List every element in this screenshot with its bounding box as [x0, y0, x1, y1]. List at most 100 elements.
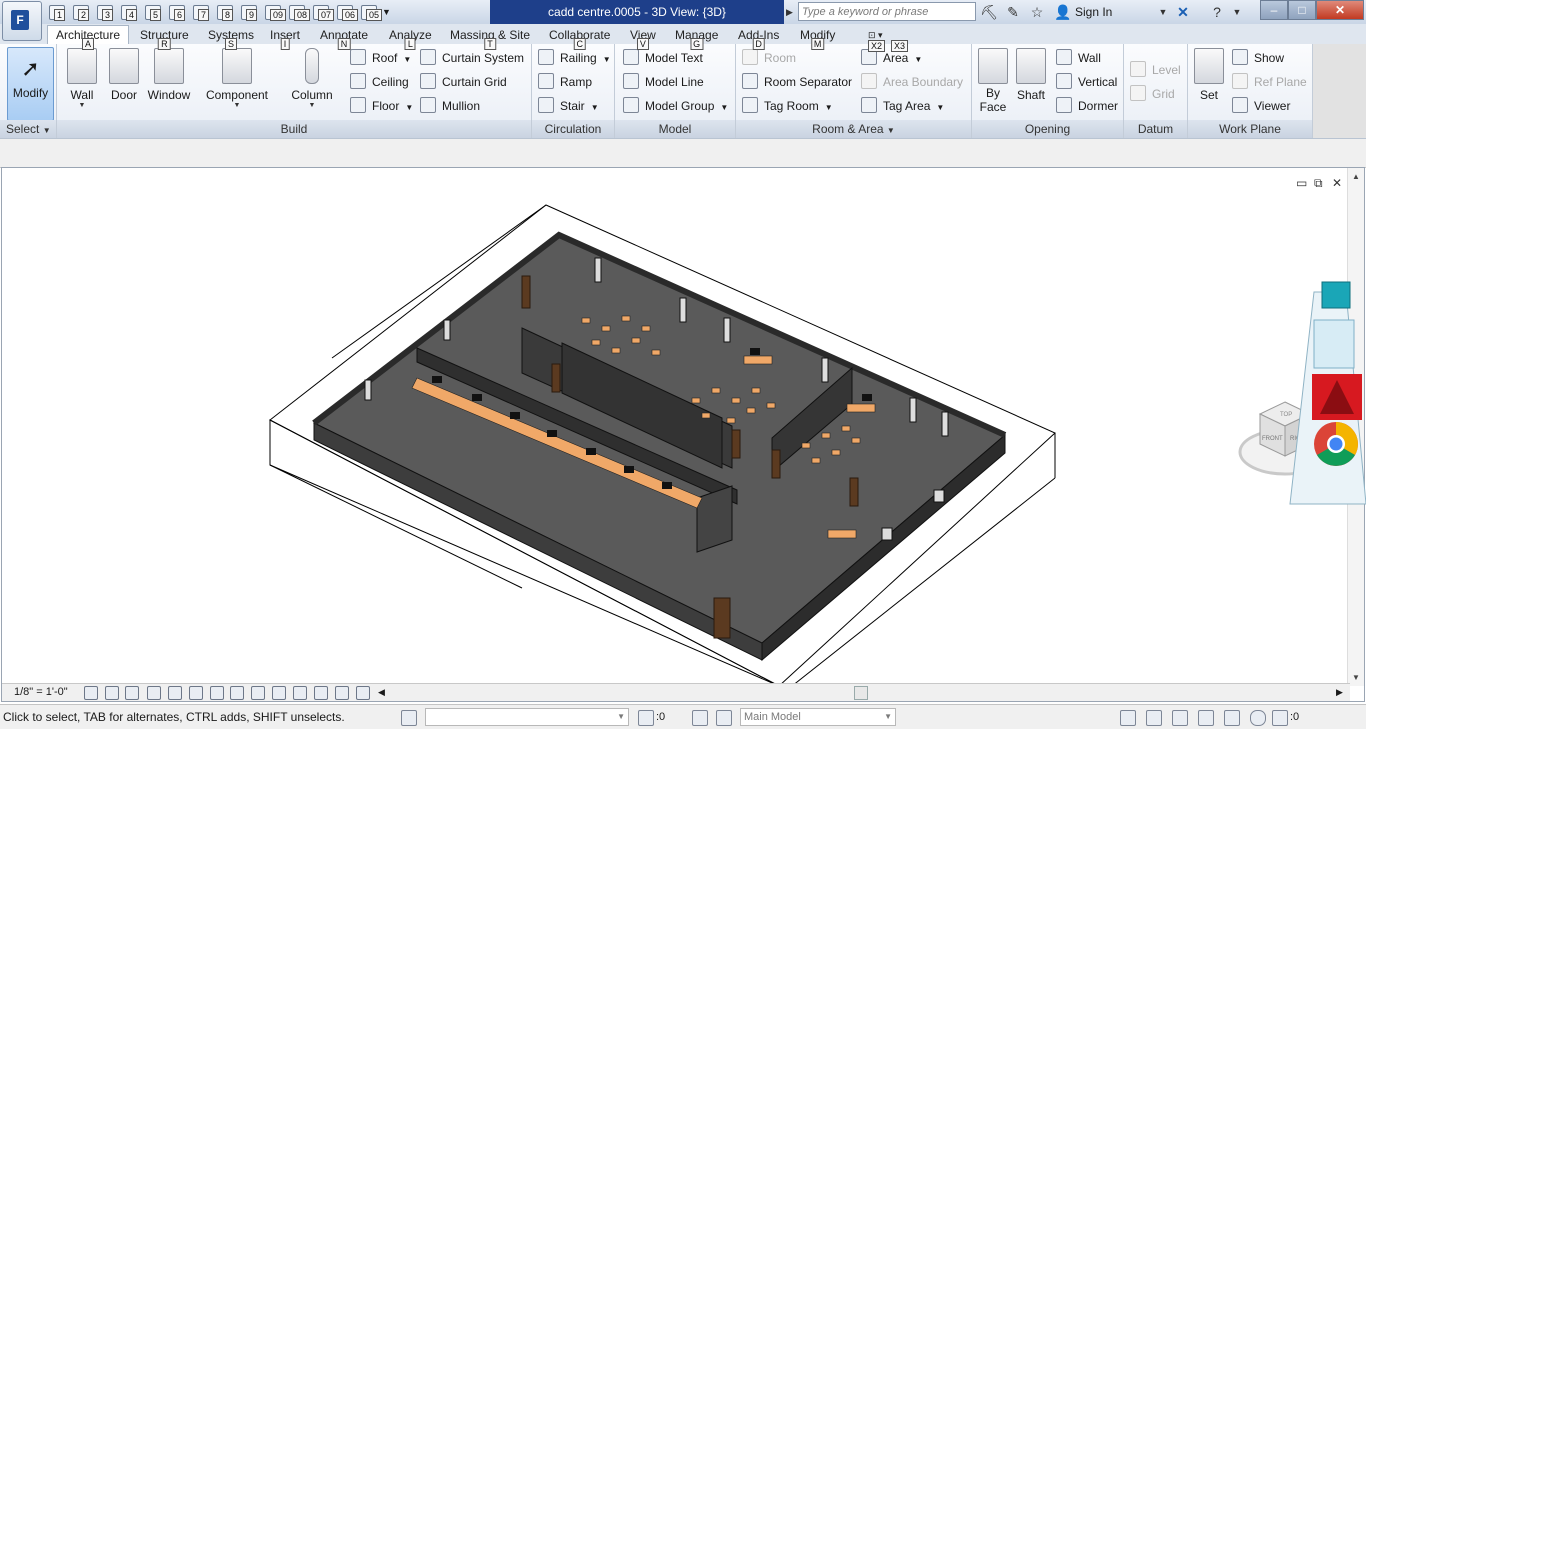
drag-elements-icon[interactable]	[1224, 710, 1240, 726]
window-button[interactable]: Window	[145, 48, 193, 102]
exclude-options-icon[interactable]	[716, 710, 732, 726]
sun-path-icon[interactable]	[125, 686, 139, 700]
curtain-system-button[interactable]: Curtain System	[420, 48, 524, 68]
minimize-button[interactable]: –	[1260, 0, 1288, 20]
ref-plane-button[interactable]: Ref Plane	[1232, 72, 1307, 92]
filter-icon[interactable]	[1272, 710, 1288, 726]
qat-close-hidden-button[interactable]: 06	[334, 3, 359, 21]
tab-systems[interactable]: Systems S	[206, 26, 256, 50]
expand-search-icon[interactable]: ▶	[786, 4, 796, 20]
room-separator-button[interactable]: Room Separator	[742, 72, 852, 92]
tab-view[interactable]: View V	[628, 26, 658, 50]
qat-open-button[interactable]: 1	[46, 3, 68, 21]
tab-collaborate[interactable]: Collaborate C	[547, 26, 612, 50]
room-button[interactable]: Room	[742, 48, 796, 68]
crop-view-icon[interactable]	[189, 686, 203, 700]
chevron-down-icon[interactable]: ▼	[1154, 3, 1172, 21]
scroll-left-icon[interactable]: ◀	[378, 684, 385, 701]
ceiling-button[interactable]: Ceiling	[350, 72, 409, 92]
set-work-plane-button[interactable]: Set	[1192, 48, 1226, 102]
close-button[interactable]: ✕	[1316, 0, 1364, 20]
horizontal-scroll-thumb[interactable]	[854, 686, 868, 700]
model-text-button[interactable]: Model Text	[623, 48, 703, 68]
component-button[interactable]: Component ▼	[203, 48, 271, 110]
select-by-face-icon[interactable]	[1198, 710, 1214, 726]
tab-annotate[interactable]: Annotate N	[318, 26, 370, 50]
mullion-button[interactable]: Mullion	[420, 96, 480, 116]
design-options-icon[interactable]	[692, 710, 708, 726]
scroll-right-icon[interactable]: ▶	[1336, 684, 1343, 701]
qat-dimension-button[interactable]: 8	[214, 3, 236, 21]
reveal-constraints-icon[interactable]	[356, 686, 370, 700]
tab-manage[interactable]: Manage G	[673, 26, 720, 50]
select-dropdown[interactable]: Select ▼	[0, 120, 56, 138]
qat-redo-button[interactable]: 5	[142, 3, 164, 21]
help-icon[interactable]: ?	[1208, 3, 1226, 21]
temp-view-properties-icon[interactable]	[293, 686, 307, 700]
level-button[interactable]: Level	[1130, 60, 1181, 80]
view-scale[interactable]: 1/8" = 1'-0"	[14, 685, 68, 700]
select-pinned-icon[interactable]	[1172, 710, 1188, 726]
vertical-opening-button[interactable]: Vertical	[1056, 72, 1117, 92]
modify-button[interactable]: ➚ Modify	[7, 47, 54, 121]
ramp-button[interactable]: Ramp	[538, 72, 592, 92]
curtain-grid-button[interactable]: Curtain Grid	[420, 72, 507, 92]
chevron-down-icon[interactable]: ▼	[1228, 3, 1246, 21]
qat-switch-windows-button[interactable]: 05	[358, 3, 383, 21]
shadows-icon[interactable]	[147, 686, 161, 700]
worksets-icon[interactable]	[401, 710, 417, 726]
design-option-dropdown[interactable]: Main Model ▼	[740, 708, 896, 726]
floor-button[interactable]: Floor ▼	[350, 96, 413, 116]
by-face-button[interactable]: By Face	[976, 48, 1010, 114]
qat-undo-button[interactable]: 4	[118, 3, 140, 21]
qat-print-button[interactable]: 6	[166, 3, 188, 21]
roof-button[interactable]: Roof ▼	[350, 48, 411, 68]
binoculars-icon[interactable]: ⛏	[980, 3, 998, 21]
qat-measure-button[interactable]: 7	[190, 3, 212, 21]
analytical-model-icon[interactable]	[314, 686, 328, 700]
view-3d-window[interactable]: ▭ ⧉ ✕ TOP FRONT ▲ ▼ 1/8" = 1'-0" ◀ ▶	[1, 167, 1365, 702]
highlight-displacement-icon[interactable]	[335, 686, 349, 700]
qat-save-button[interactable]: 2	[70, 3, 92, 21]
wall-button[interactable]: Wall ▼	[65, 48, 99, 110]
qat-customize-button[interactable]: ▼	[382, 3, 396, 21]
select-links-icon[interactable]	[1120, 710, 1136, 726]
railing-button[interactable]: Railing ▼	[538, 48, 611, 68]
visual-style-icon[interactable]	[105, 686, 119, 700]
qat-tag-button[interactable]: 9	[238, 3, 260, 21]
editable-only-icon[interactable]	[638, 710, 654, 726]
qat-3d-view-button[interactable]: 09	[262, 3, 287, 21]
tab-massing-site[interactable]: Massing & Site T	[448, 26, 532, 50]
crop-region-icon[interactable]	[210, 686, 224, 700]
model-group-button[interactable]: Model Group ▼	[623, 96, 728, 116]
tab-architecture[interactable]: Architecture A	[47, 25, 130, 50]
reveal-hidden-icon[interactable]	[272, 686, 286, 700]
tab-structure[interactable]: Structure R	[138, 26, 191, 50]
tab-analyze[interactable]: Analyze L	[387, 26, 434, 50]
stair-button[interactable]: Stair ▼	[538, 96, 599, 116]
show-work-plane-button[interactable]: Show	[1232, 48, 1284, 68]
room-area-panel-dropdown[interactable]: Room & Area ▼	[736, 120, 971, 138]
wall-opening-button[interactable]: Wall	[1056, 48, 1101, 68]
exchange-apps-icon[interactable]: ✕	[1174, 3, 1192, 21]
tag-area-button[interactable]: Tag Area ▼	[861, 96, 944, 116]
temp-hide-icon[interactable]	[251, 686, 265, 700]
grid-button[interactable]: Grid	[1130, 84, 1175, 104]
model-line-button[interactable]: Model Line	[623, 72, 704, 92]
qat-section-button[interactable]: 08	[286, 3, 311, 21]
select-underlay-icon[interactable]	[1146, 710, 1162, 726]
sign-in-button[interactable]: Sign In	[1075, 3, 1112, 21]
application-menu-button[interactable]: F	[2, 1, 42, 41]
scroll-down-icon[interactable]: ▼	[1352, 673, 1360, 682]
tab-insert[interactable]: Insert I	[268, 26, 302, 50]
search-input[interactable]: Type a keyword or phrase	[798, 2, 976, 21]
viewer-button[interactable]: Viewer	[1232, 96, 1290, 116]
subscription-icon[interactable]: ✎	[1004, 3, 1022, 21]
door-button[interactable]: Door	[107, 48, 141, 102]
tab-add-ins[interactable]: Add-Ins D	[736, 26, 781, 50]
unlocked-view-icon[interactable]	[230, 686, 244, 700]
active-workset-dropdown[interactable]: ▼	[425, 708, 629, 726]
star-icon[interactable]: ☆	[1028, 3, 1046, 21]
qat-thin-lines-button[interactable]: 07	[310, 3, 335, 21]
tab-modify[interactable]: Modify M	[798, 26, 837, 50]
